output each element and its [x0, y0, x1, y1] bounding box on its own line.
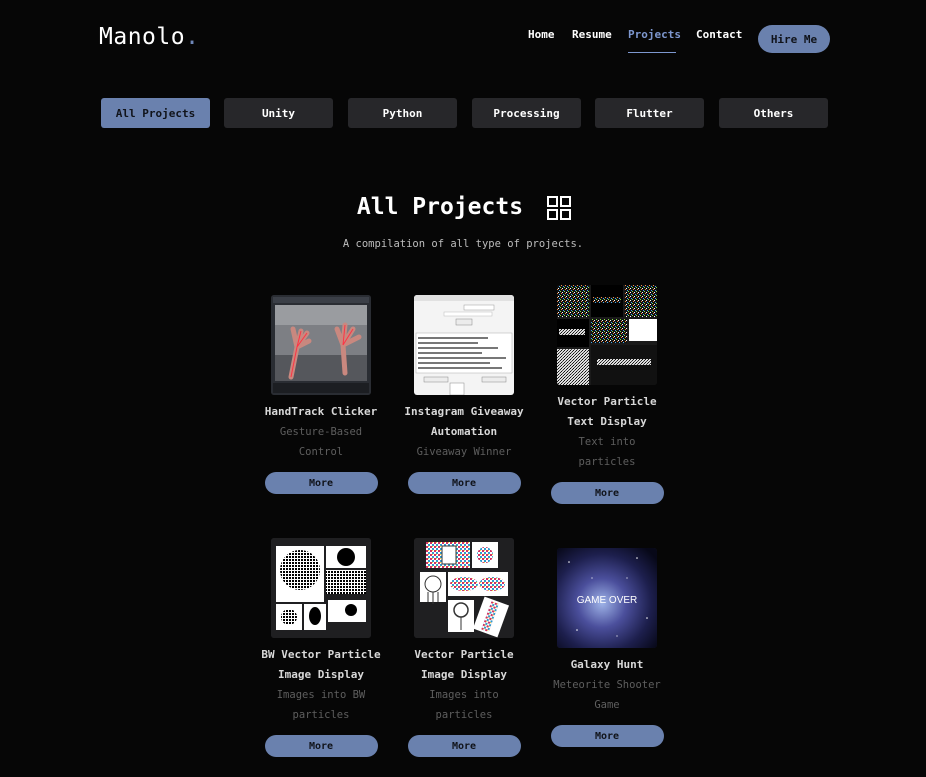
project-title: Galaxy Hunt — [570, 658, 644, 671]
project-description: Gesture-Based Control — [279, 426, 363, 458]
project-description: Text into particles — [578, 436, 636, 468]
project-description: Images into BW particles — [276, 689, 366, 721]
particle-text-thumbnail[interactable] — [557, 285, 657, 385]
more-button[interactable]: More — [550, 482, 664, 504]
project-title: HandTrack Clicker — [264, 405, 378, 418]
bw-particle-thumbnail[interactable] — [271, 538, 371, 638]
filter-flutter[interactable]: Flutter — [595, 98, 704, 128]
project-card: Vector Particle Image Display Images into… — [399, 538, 529, 757]
nav-projects[interactable]: Projects — [628, 28, 681, 41]
hire-me-button[interactable]: Hire Me — [758, 25, 830, 53]
project-card: HandTrack Clicker Gesture-Based Control M… — [256, 295, 386, 494]
project-description: Giveaway Winner — [416, 446, 512, 458]
more-button[interactable]: More — [264, 735, 378, 757]
more-button[interactable]: More — [407, 472, 521, 494]
nav-contact[interactable]: Contact — [696, 28, 742, 41]
grid-icon — [547, 196, 572, 220]
nav-active-underline — [628, 52, 676, 53]
project-description: Meteorite Shooter Game — [553, 679, 661, 711]
game-over-text: GAME OVER — [577, 595, 638, 606]
project-card: BW Vector Particle Image Display Images i… — [256, 538, 386, 757]
filter-processing[interactable]: Processing — [472, 98, 581, 128]
section-heading: All Projects — [0, 190, 926, 224]
project-title: Instagram Giveaway Automation — [404, 405, 524, 438]
more-button[interactable]: More — [550, 725, 664, 747]
giveaway-thumbnail[interactable] — [414, 295, 514, 395]
color-particle-thumbnail[interactable] — [414, 538, 514, 638]
filter-python[interactable]: Python — [348, 98, 457, 128]
project-title: BW Vector Particle Image Display — [261, 648, 381, 681]
filter-unity[interactable]: Unity — [224, 98, 333, 128]
project-description: Images into particles — [429, 689, 499, 721]
section-subtitle: A compilation of all type of projects. — [342, 238, 584, 250]
project-title: Vector Particle Text Display — [557, 395, 657, 428]
project-card: Instagram Giveaway Automation Giveaway Wi… — [399, 295, 529, 494]
filter-others[interactable]: Others — [719, 98, 828, 128]
more-button[interactable]: More — [407, 735, 521, 757]
project-title: Vector Particle Image Display — [414, 648, 514, 681]
filter-all-projects[interactable]: All Projects — [101, 98, 210, 128]
more-button[interactable]: More — [264, 472, 378, 494]
nav-home[interactable]: Home — [528, 28, 555, 41]
project-card: Vector Particle Text Display Text into par… — [542, 285, 672, 504]
handtrack-thumbnail[interactable] — [271, 295, 371, 395]
section-title: All Projects — [356, 194, 524, 220]
galaxy-thumbnail[interactable]: GAME OVER — [557, 548, 657, 648]
nav-resume[interactable]: Resume — [572, 28, 612, 41]
project-card: GAME OVER Galaxy Hunt Meteorite Shooter G… — [542, 548, 672, 747]
